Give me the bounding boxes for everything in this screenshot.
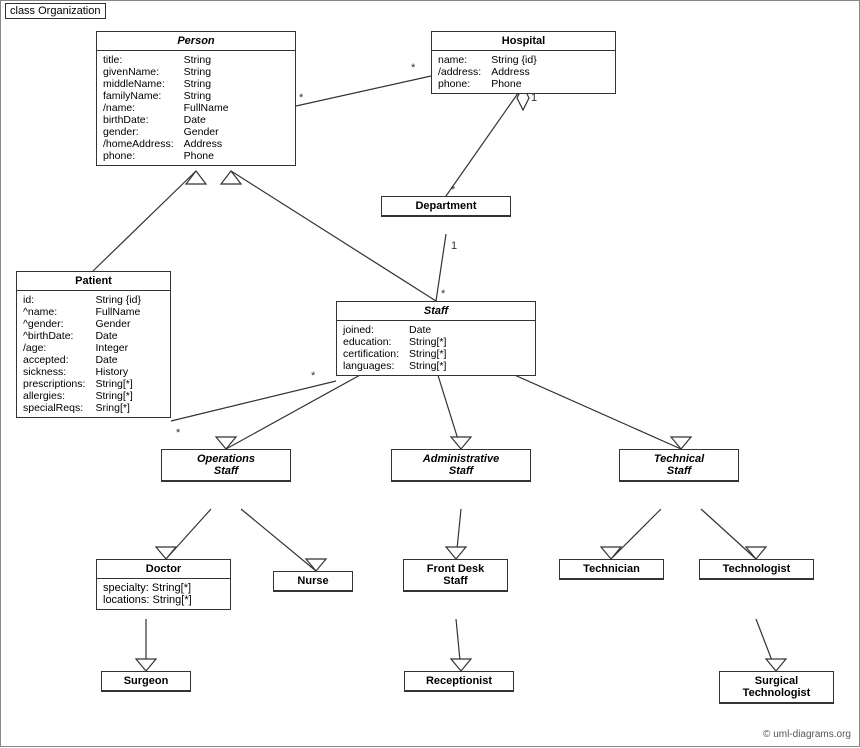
class-receptionist-header: Receptionist [405,672,513,691]
attr-row: ^name:FullName [23,306,145,318]
class-admin-staff-header: Administrative Staff [392,450,530,481]
class-receptionist: Receptionist [404,671,514,692]
attr-row: specialty: String[*] [103,582,224,594]
svg-text:*: * [299,92,304,104]
class-person: Person title:String givenName:String mid… [96,31,296,166]
class-surgeon: Surgeon [101,671,191,692]
attr-row: /name:FullName [103,102,233,114]
class-ops-staff: Operations Staff [161,449,291,482]
class-department-header: Department [382,197,510,216]
class-nurse: Nurse [273,571,353,592]
class-nurse-header: Nurse [274,572,352,591]
attr-row: /address:Address [438,66,541,78]
attr-row: id:String {id} [23,294,145,306]
diagram-container: class Organization * * 1 * 1 * * * [0,0,860,747]
class-surgeon-header: Surgeon [102,672,190,691]
attr-row: allergies:String[*] [23,390,145,402]
class-hospital: Hospital name:String {id} /address:Addre… [431,31,616,94]
class-front-desk-header: Front Desk Staff [404,560,507,591]
attr-row: certification:String[*] [343,348,450,360]
class-hospital-body: name:String {id} /address:Address phone:… [432,51,615,93]
svg-text:*: * [411,62,416,74]
attr-row: birthDate:Date [103,114,233,126]
attr-row: specialReqs:Sring[*] [23,402,145,414]
class-patient: Patient id:String {id} ^name:FullName ^g… [16,271,171,418]
attr-row: /homeAddress:Address [103,138,233,150]
class-tech-staff-header: Technical Staff [620,450,738,481]
class-patient-body: id:String {id} ^name:FullName ^gender:Ge… [17,291,170,417]
class-doctor-header: Doctor [97,560,230,579]
attr-row: sickness:History [23,366,145,378]
class-technologist: Technologist [699,559,814,580]
class-staff: Staff joined:Date education:String[*] ce… [336,301,536,376]
class-staff-header: Staff [337,302,535,321]
attr-row: accepted:Date [23,354,145,366]
class-person-body: title:String givenName:String middleName… [97,51,295,165]
class-admin-staff: Administrative Staff [391,449,531,482]
svg-text:*: * [176,427,181,439]
attr-row: languages:String[*] [343,360,450,372]
attr-row: givenName:String [103,66,233,78]
svg-text:1: 1 [451,240,457,252]
attr-row: ^birthDate:Date [23,330,145,342]
attr-row: title:String [103,54,233,66]
class-patient-header: Patient [17,272,170,291]
attr-row: prescriptions:String[*] [23,378,145,390]
class-doctor-body: specialty: String[*] locations: String[*… [97,579,230,609]
class-surgical-tech: Surgical Technologist [719,671,834,704]
attr-row: locations: String[*] [103,594,224,606]
attr-row: ^gender:Gender [23,318,145,330]
class-tech-staff: Technical Staff [619,449,739,482]
attr-row: phone:Phone [103,150,233,162]
copyright: © uml-diagrams.org [763,729,851,740]
attr-row: gender:Gender [103,126,233,138]
svg-text:*: * [311,370,316,382]
class-person-header: Person [97,32,295,51]
attr-row: phone:Phone [438,78,541,90]
attr-row: /age:Integer [23,342,145,354]
class-front-desk: Front Desk Staff [403,559,508,592]
class-surgical-tech-header: Surgical Technologist [720,672,833,703]
class-technician-header: Technician [560,560,663,579]
class-technician: Technician [559,559,664,580]
class-hospital-header: Hospital [432,32,615,51]
class-department: Department [381,196,511,217]
class-doctor: Doctor specialty: String[*] locations: S… [96,559,231,610]
attr-row: education:String[*] [343,336,450,348]
svg-text:*: * [441,288,446,300]
class-ops-staff-header: Operations Staff [162,450,290,481]
attr-row: joined:Date [343,324,450,336]
svg-text:*: * [451,184,456,196]
attr-row: middleName:String [103,78,233,90]
class-staff-body: joined:Date education:String[*] certific… [337,321,535,375]
attr-row: familyName:String [103,90,233,102]
attr-row: name:String {id} [438,54,541,66]
class-technologist-header: Technologist [700,560,813,579]
diagram-title: class Organization [5,3,106,19]
